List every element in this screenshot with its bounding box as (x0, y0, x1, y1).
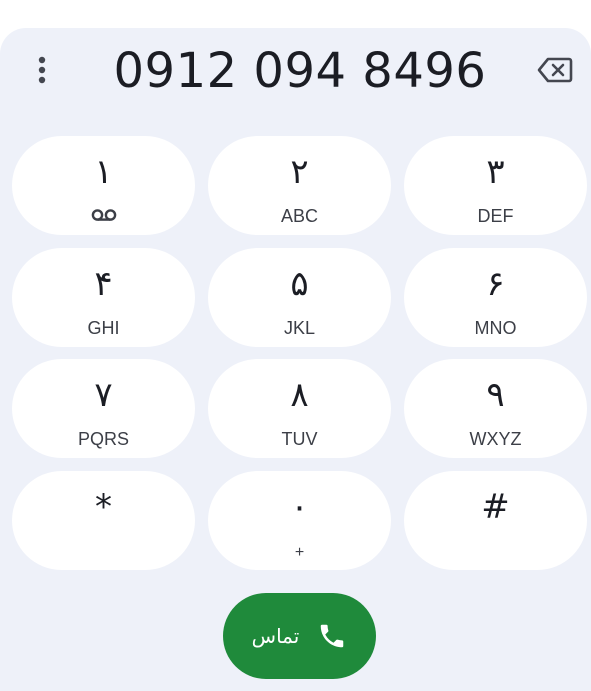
call-label: تماس (251, 624, 300, 648)
key-digit: ۳ (486, 152, 505, 192)
key-1[interactable]: ۱ (12, 136, 195, 235)
backspace-icon (537, 57, 573, 83)
key-3[interactable]: ۳ DEF (404, 136, 587, 235)
key-letters: PQRS (77, 429, 129, 449)
key-letters: DEF (477, 206, 514, 226)
key-letters: WXYZ (469, 429, 522, 449)
key-letters: ABC (280, 206, 318, 226)
key-letters: JKL (283, 318, 316, 338)
key-digit: ۱ (94, 152, 113, 192)
key-4[interactable]: ۴ GHI (12, 248, 195, 347)
key-2[interactable]: ۲ ABC (208, 136, 391, 235)
phone-number-display[interactable]: 0912 094 8496 (90, 36, 510, 106)
key-digit: # (481, 487, 510, 527)
more-vert-icon (38, 56, 46, 84)
key-letters: MNO (474, 318, 517, 338)
key-5[interactable]: ۵ JKL (208, 248, 391, 347)
phone-icon (321, 624, 344, 648)
key-digit: ۴ (94, 264, 113, 304)
key-letters: GHI (87, 318, 120, 338)
key-letters: + (294, 544, 305, 561)
key-7[interactable]: ۷ PQRS (12, 359, 195, 458)
key-hash[interactable]: # (404, 471, 587, 570)
key-digit: ۹ (486, 375, 505, 415)
more-options-button[interactable] (22, 50, 62, 90)
key-letters: TUV (281, 429, 318, 449)
key-star[interactable]: * (12, 471, 195, 570)
key-digit: ۶ (486, 264, 505, 304)
key-digit: ۷ (94, 375, 113, 415)
backspace-button[interactable] (532, 52, 578, 88)
key-6[interactable]: ۶ MNO (404, 248, 587, 347)
voicemail-icon (91, 209, 116, 221)
key-8[interactable]: ۸ TUV (208, 359, 391, 458)
key-digit: ۰ (290, 487, 309, 527)
key-0[interactable]: ۰ + (208, 471, 391, 570)
key-9[interactable]: ۹ WXYZ (404, 359, 587, 458)
call-button[interactable]: تماس (223, 593, 376, 679)
key-digit: ۸ (290, 375, 309, 415)
key-digit: ۵ (290, 264, 309, 304)
key-digit: * (95, 487, 112, 527)
top-strip (0, 0, 591, 28)
key-digit: ۲ (290, 152, 309, 192)
